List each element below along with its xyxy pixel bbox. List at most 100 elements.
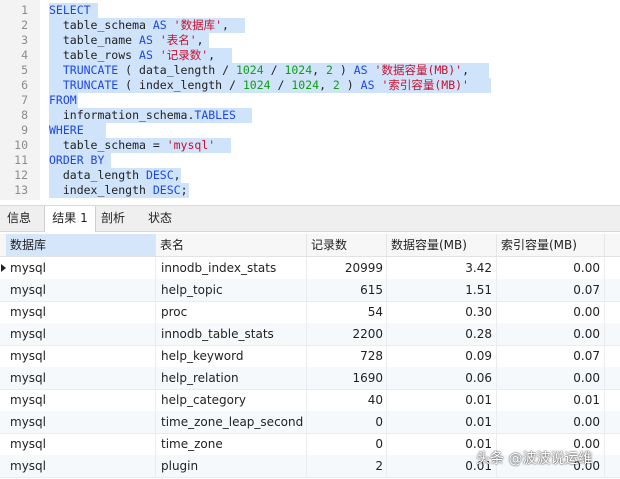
cell-data-size[interactable]: 0.06: [387, 367, 497, 389]
cell-row-count[interactable]: 54: [307, 301, 387, 323]
code-token: '数据库': [173, 18, 223, 32]
code-token: table_schema: [49, 18, 153, 32]
line-number: 9: [21, 123, 28, 137]
code-token: ): [339, 78, 361, 92]
table-row[interactable]: mysql help_topic 615 1.51 0.07: [0, 279, 620, 302]
cell-table-name[interactable]: innodb_table_stats: [156, 323, 307, 345]
tab-profile[interactable]: 剖析: [97, 206, 129, 231]
cell-database[interactable]: mysql: [6, 455, 156, 477]
cell-database[interactable]: mysql: [6, 279, 156, 301]
cell-data-size[interactable]: 3.42: [387, 257, 497, 279]
cell-data-size[interactable]: 0.01: [387, 389, 497, 411]
code-line[interactable]: 10 table_schema = 'mysql': [0, 138, 620, 153]
cell-data-size[interactable]: 0.30: [387, 301, 497, 323]
cell-index-size[interactable]: 0.00: [497, 323, 605, 345]
cell-row-count[interactable]: 2: [307, 455, 387, 477]
code-line[interactable]: 12 data_length DESC,: [0, 168, 620, 183]
line-number: 10: [14, 138, 28, 152]
cell-database[interactable]: mysql: [6, 433, 156, 455]
code-token: 1024: [291, 78, 320, 92]
cell-table-name[interactable]: time_zone_leap_second: [156, 411, 307, 433]
code-line[interactable]: 1 SELECT: [0, 3, 620, 18]
column-header-table-name[interactable]: 表名: [156, 234, 307, 256]
cell-database[interactable]: mysql: [6, 257, 156, 279]
cell-table-name[interactable]: plugin: [156, 455, 307, 477]
code-line[interactable]: 5 TRUNCATE ( data_length / 1024 / 1024, …: [0, 63, 620, 78]
code-line[interactable]: 9 WHERE: [0, 123, 620, 138]
cell-index-size[interactable]: 0.00: [497, 301, 605, 323]
grid-header-row: 数据库 表名 记录数 数据容量(MB) 索引容量(MB): [0, 234, 620, 257]
cell-index-size[interactable]: 0.01: [497, 389, 605, 411]
table-row[interactable]: mysql proc 54 0.30 0.00: [0, 301, 620, 324]
code-token: index_length: [49, 183, 153, 197]
table-row[interactable]: mysql innodb_index_stats 20999 3.42 0.00: [0, 257, 620, 280]
line-number: 13: [14, 183, 28, 197]
cell-row-count[interactable]: 1690: [307, 367, 387, 389]
tab-info[interactable]: 信息: [4, 206, 34, 231]
cell-table-name[interactable]: help_topic: [156, 279, 307, 301]
cell-table-name[interactable]: help_keyword: [156, 345, 307, 367]
column-header-index-size[interactable]: 索引容量(MB): [497, 234, 605, 256]
table-row[interactable]: mysql help_relation 1690 0.06 0.00: [0, 367, 620, 390]
cell-database[interactable]: mysql: [6, 345, 156, 367]
cell-row-count[interactable]: 615: [307, 279, 387, 301]
code-token: 2: [326, 63, 333, 77]
code-line[interactable]: 6 TRUNCATE ( index_length / 1024 / 1024,…: [0, 78, 620, 93]
cell-row-count[interactable]: 0: [307, 433, 387, 455]
code-token: WHERE: [49, 123, 84, 137]
cell-row-count[interactable]: 728: [307, 345, 387, 367]
cell-index-size[interactable]: 0.00: [497, 257, 605, 279]
cell-index-size[interactable]: 0.00: [497, 367, 605, 389]
code-line[interactable]: 3 table_name AS '表名',: [0, 33, 620, 48]
cell-row-count[interactable]: 40: [307, 389, 387, 411]
code-token: table_schema =: [49, 138, 167, 152]
cell-database[interactable]: mysql: [6, 367, 156, 389]
cell-row-count[interactable]: 2200: [307, 323, 387, 345]
code-token: '记录数': [159, 48, 209, 62]
line-number: 7: [21, 93, 28, 107]
cell-database[interactable]: mysql: [6, 389, 156, 411]
code-token: ,: [222, 18, 229, 32]
column-header-row-count[interactable]: 记录数: [307, 234, 387, 256]
code-line[interactable]: 4 table_rows AS '记录数',: [0, 48, 620, 63]
cell-data-size[interactable]: 0.09: [387, 345, 497, 367]
code-line[interactable]: 7 FROM: [0, 93, 620, 108]
cell-data-size[interactable]: 0.28: [387, 323, 497, 345]
cell-data-size[interactable]: 0.01: [387, 411, 497, 433]
code-token: ,: [319, 78, 333, 92]
table-row[interactable]: mysql help_keyword 728 0.09 0.07: [0, 345, 620, 368]
code-line[interactable]: 11 ORDER BY: [0, 153, 620, 168]
cell-table-name[interactable]: time_zone: [156, 433, 307, 455]
cell-database[interactable]: mysql: [6, 301, 156, 323]
code-line[interactable]: 2 table_schema AS '数据库',: [0, 18, 620, 33]
code-line[interactable]: 13 index_length DESC;: [0, 183, 620, 198]
tab-result-1[interactable]: 结果 1: [44, 206, 96, 232]
cell-table-name[interactable]: innodb_index_stats: [156, 257, 307, 279]
cell-table-name[interactable]: help_relation: [156, 367, 307, 389]
cell-database[interactable]: mysql: [6, 323, 156, 345]
cell-table-name[interactable]: proc: [156, 301, 307, 323]
sql-editor[interactable]: 1 SELECT 2 table_schema AS '数据库', 3 table_n…: [0, 0, 620, 200]
cell-row-count[interactable]: 20999: [307, 257, 387, 279]
cell-index-size[interactable]: 0.07: [497, 279, 605, 301]
table-row[interactable]: mysql time_zone_leap_second 0 0.01 0.00: [0, 411, 620, 434]
column-header-data-size[interactable]: 数据容量(MB): [387, 234, 497, 256]
cell-index-size[interactable]: 0.07: [497, 345, 605, 367]
code-token: ,: [173, 168, 181, 182]
cell-database[interactable]: mysql: [6, 411, 156, 433]
tab-status[interactable]: 状态: [143, 206, 177, 231]
cell-row-count[interactable]: 0: [307, 411, 387, 433]
cell-data-size[interactable]: 1.51: [387, 279, 497, 301]
table-row[interactable]: mysql help_category 40 0.01 0.01: [0, 389, 620, 412]
cell-index-size[interactable]: 0.00: [497, 411, 605, 433]
code-line[interactable]: 8 information_schema.TABLES: [0, 108, 620, 123]
code-text: data_length DESC,: [49, 168, 181, 183]
cell-table-name[interactable]: help_category: [156, 389, 307, 411]
table-row[interactable]: mysql innodb_table_stats 2200 0.28 0.00: [0, 323, 620, 346]
code-token: DESC: [152, 183, 181, 197]
line-number: 8: [21, 108, 28, 122]
column-header-database[interactable]: 数据库: [6, 234, 156, 256]
code-token: 'mysql': [166, 138, 216, 152]
code-token: ( data_length /: [118, 63, 236, 77]
